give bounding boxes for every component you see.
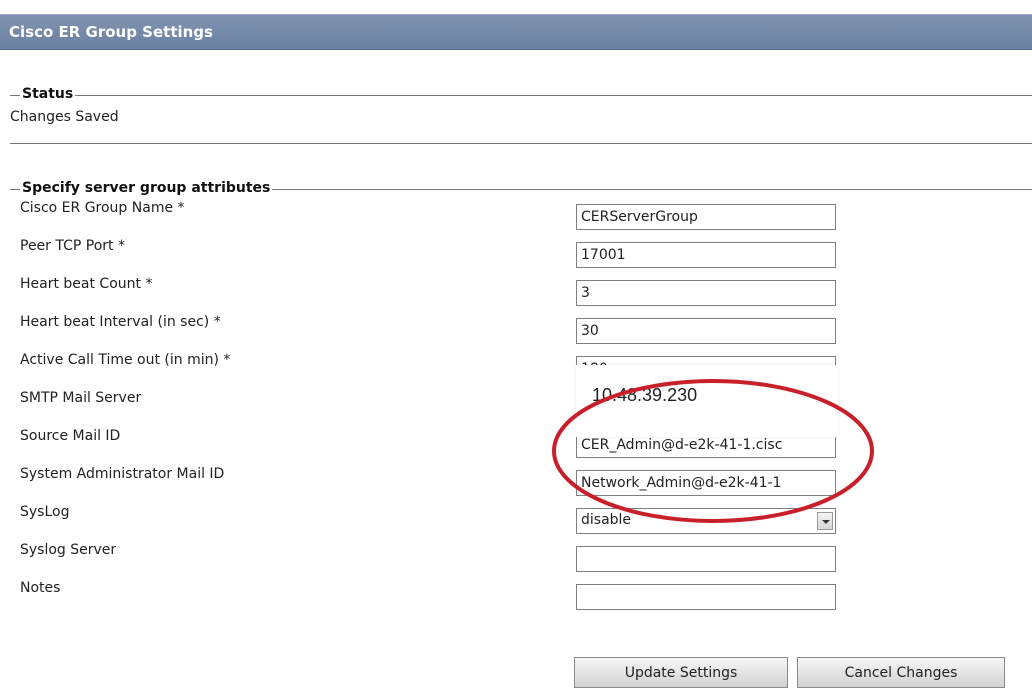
update-settings-button[interactable]: Update Settings — [574, 657, 788, 688]
source-mail-label: Source Mail ID — [20, 428, 121, 444]
status-message: Changes Saved — [10, 109, 119, 125]
row-syslog-server: Syslog Server — [0, 536, 1032, 574]
row-call-timeout: Active Call Time out (in min) * 180 — [0, 346, 1032, 384]
syslog-label: SysLog — [20, 504, 70, 520]
syslog-server-input[interactable] — [576, 546, 836, 572]
syslog-selected-value: disable — [581, 512, 632, 528]
notes-input[interactable] — [576, 584, 836, 610]
peer-tcp-port-label: Peer TCP Port * — [20, 238, 125, 254]
status-legend: Status — [20, 86, 76, 102]
admin-mail-label: System Administrator Mail ID — [20, 466, 225, 482]
row-peer-tcp-port: Peer TCP Port * 17001 — [0, 232, 1032, 270]
top-margin — [0, 0, 1032, 14]
status-fieldset-bottom — [10, 143, 1032, 144]
row-group-name: Cisco ER Group Name * CERServerGroup — [0, 194, 1032, 232]
row-notes: Notes — [0, 574, 1032, 612]
smtp-server-popup: 10.48.39.230 — [576, 365, 838, 437]
row-smtp-server: SMTP Mail Server — [0, 384, 1032, 422]
admin-mail-input[interactable]: Network_Admin@d-e2k-41-1 — [576, 470, 836, 496]
status-fieldset-border — [10, 95, 1032, 96]
syslog-select[interactable]: disable — [576, 508, 836, 534]
peer-tcp-port-input[interactable]: 17001 — [576, 242, 836, 268]
row-heartbeat-count: Heart beat Count * 3 — [0, 270, 1032, 308]
popup-address: 10.48.39.230 — [592, 385, 698, 405]
heartbeat-interval-input[interactable]: 30 — [576, 318, 836, 344]
row-admin-mail: System Administrator Mail ID Network_Adm… — [0, 460, 1032, 498]
chevron-down-icon[interactable] — [817, 512, 833, 530]
row-syslog: SysLog disable — [0, 498, 1032, 536]
heartbeat-count-input[interactable]: 3 — [576, 280, 836, 306]
group-name-label: Cisco ER Group Name * — [20, 200, 185, 216]
cancel-changes-button[interactable]: Cancel Changes — [797, 657, 1005, 688]
row-source-mail: Source Mail ID CER_Admin@d-e2k-41-1.cisc — [0, 422, 1032, 460]
page-title: Cisco ER Group Settings — [9, 23, 213, 41]
row-heartbeat-interval: Heart beat Interval (in sec) * 30 — [0, 308, 1032, 346]
heartbeat-interval-label: Heart beat Interval (in sec) * — [20, 314, 221, 330]
smtp-server-label: SMTP Mail Server — [20, 390, 142, 406]
syslog-server-label: Syslog Server — [20, 542, 117, 558]
call-timeout-label: Active Call Time out (in min) * — [20, 352, 231, 368]
title-bar: Cisco ER Group Settings — [0, 14, 1032, 50]
notes-label: Notes — [20, 580, 61, 596]
group-name-input[interactable]: CERServerGroup — [576, 204, 836, 230]
heartbeat-count-label: Heart beat Count * — [20, 276, 153, 292]
